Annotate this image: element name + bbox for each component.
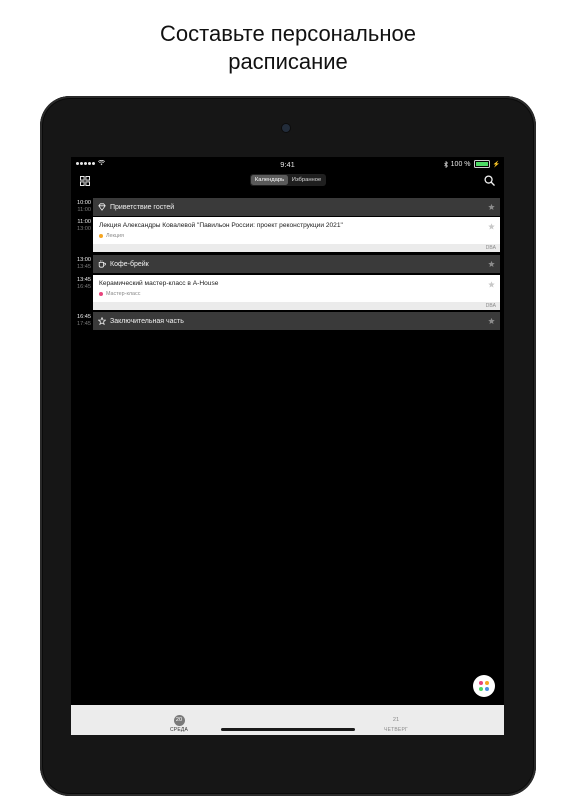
app-screen: 9:41 100 % ⚡ Календарь Избранное 10:00 1…: [71, 157, 504, 735]
schedule-item: 13:45 16:45 Керамический мастер-класс в …: [71, 275, 504, 310]
tab-day-thursday[interactable]: 21 ЧЕТВЕРГ: [366, 708, 426, 733]
tag-color-dot: [99, 234, 103, 238]
event-title: Заключительная часть: [110, 317, 184, 325]
card-footer: DBA: [93, 244, 500, 252]
colored-dots-icon: [479, 681, 483, 685]
end-time: 13:00: [77, 225, 91, 232]
segment-favorites[interactable]: Избранное: [288, 175, 325, 185]
camera-icon: [282, 124, 290, 132]
start-time: 10:00: [77, 200, 91, 206]
day-number: 20: [173, 715, 185, 726]
end-time: 11:00: [77, 206, 91, 213]
event-tag: Лекция: [99, 233, 124, 239]
start-time: 13:45: [77, 277, 91, 283]
home-indicator: [221, 728, 355, 731]
star-outline-icon: [98, 317, 106, 325]
event-tag: Мастер-класс: [99, 291, 140, 297]
time-range: 10:00 11:00: [73, 200, 91, 213]
end-time: 17:45: [77, 320, 91, 327]
event-title: Керамический мастер-класс в A-House: [99, 280, 219, 287]
start-time: 13:00: [77, 257, 91, 263]
coffee-cup-icon: [98, 260, 106, 268]
status-bar: 9:41 100 % ⚡: [71, 157, 504, 171]
day-label: СРЕДА: [169, 727, 188, 733]
headline-line-2: расписание: [228, 49, 348, 74]
colored-dot: [479, 687, 483, 691]
promo-headline: Составьте персональное расписание: [0, 20, 576, 76]
end-time: 13:45: [77, 263, 91, 270]
view-segmented-control: Календарь Избранное: [250, 174, 326, 186]
event-card[interactable]: Лекция Александры Ковалевой "Павильон Ро…: [93, 217, 500, 252]
time-range: 13:00 13:45: [73, 257, 91, 270]
day-number: 21: [392, 717, 400, 723]
top-navigation: Календарь Избранное: [71, 171, 504, 195]
star-icon[interactable]: [488, 260, 495, 268]
event-bar[interactable]: Кофе-брейк: [93, 255, 500, 273]
filter-fab-button[interactable]: [473, 675, 495, 697]
time-range: 11:00 13:00: [73, 219, 91, 232]
bluetooth-icon: [443, 160, 448, 168]
card-footer: DBA: [93, 302, 500, 310]
event-title: Кофе-брейк: [110, 260, 149, 268]
day-label: ЧЕТВЕРГ: [384, 727, 408, 733]
start-time: 11:00: [77, 219, 91, 225]
tag-label: Лекция: [106, 233, 124, 239]
charging-icon: ⚡: [492, 161, 500, 168]
event-card[interactable]: Керамический мастер-класс в A-House Маст…: [93, 275, 500, 310]
event-title: Лекция Александры Ковалевой "Павильон Ро…: [99, 222, 343, 229]
star-icon[interactable]: [488, 281, 495, 288]
event-title: Приветствие гостей: [110, 203, 175, 211]
colored-dot: [485, 681, 489, 685]
schedule-item: 13:00 13:45 Кофе-брейк: [71, 255, 504, 273]
battery-percentage: 100 %: [450, 160, 471, 168]
event-bar[interactable]: Заключительная часть: [93, 312, 500, 330]
end-time: 16:45: [77, 283, 91, 290]
schedule-item: 16:45 17:45 Заключительная часть: [71, 312, 504, 330]
tag-label: Мастер-класс: [106, 291, 141, 297]
star-icon[interactable]: [488, 317, 495, 325]
tag-color-dot: [99, 292, 103, 296]
time-range: 16:45 17:45: [73, 314, 91, 327]
status-time: 9:41: [280, 160, 295, 169]
battery-icon: [473, 160, 490, 168]
colored-dot: [485, 687, 489, 691]
segment-calendar[interactable]: Календарь: [251, 175, 288, 185]
headline-line-1: Составьте персональное: [160, 21, 416, 46]
tab-day-wednesday[interactable]: 20 СРЕДА: [149, 708, 209, 733]
start-time: 16:45: [77, 314, 91, 320]
star-icon[interactable]: [488, 223, 495, 230]
star-icon[interactable]: [488, 203, 495, 211]
time-range: 13:45 16:45: [73, 277, 91, 290]
search-icon[interactable]: [484, 175, 495, 186]
schedule-item: 10:00 11:00 Приветствие гостей: [71, 198, 504, 216]
event-bar[interactable]: Приветствие гостей: [93, 198, 500, 216]
grid-icon[interactable]: [80, 176, 90, 186]
schedule-item: 11:00 13:00 Лекция Александры Ковалевой …: [71, 217, 504, 252]
diamond-icon: [98, 203, 106, 211]
